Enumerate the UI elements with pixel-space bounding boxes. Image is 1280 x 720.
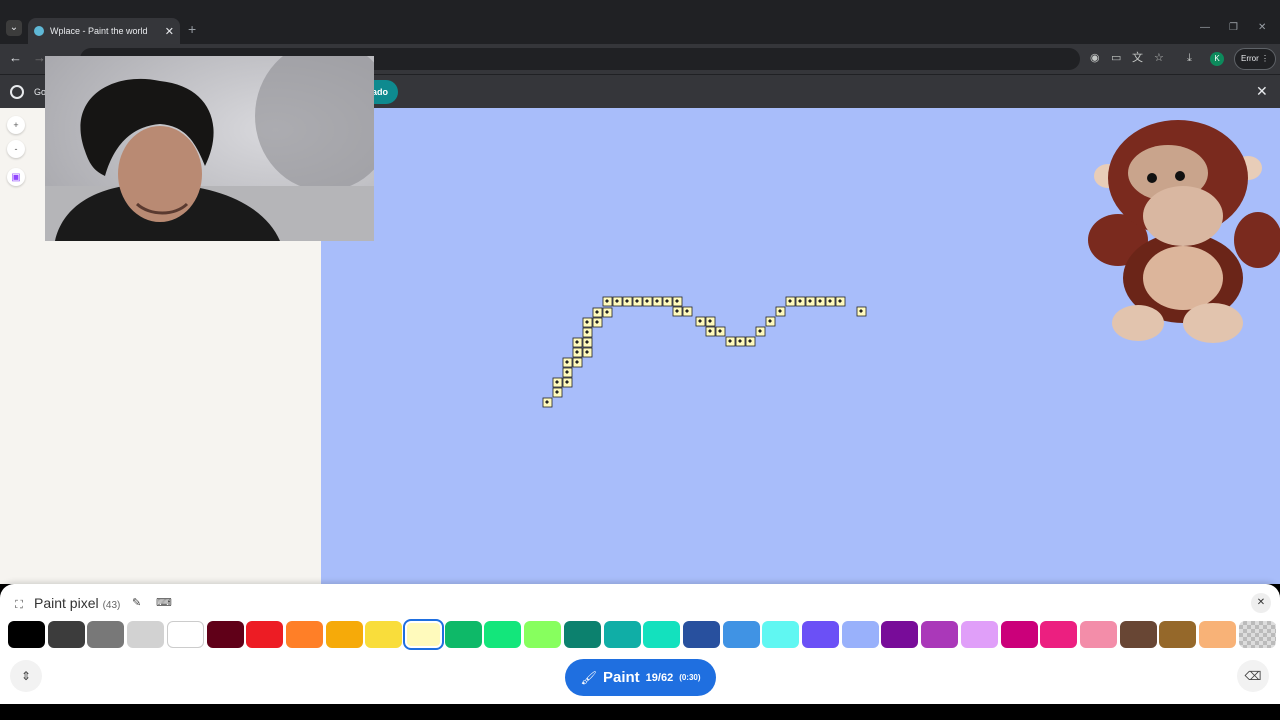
plush-monkey-overlay: [1088, 120, 1280, 343]
paint-button[interactable]: 🖌 Paint 19/62 (0:30): [565, 659, 716, 696]
zoom-in-button[interactable]: +: [7, 116, 25, 134]
cast-icon[interactable]: ▭: [1111, 51, 1121, 65]
twitch-icon: ▣: [11, 172, 21, 183]
tab-close-icon[interactable]: ✕: [165, 25, 174, 38]
color-swatch[interactable]: [403, 619, 444, 650]
color-swatch[interactable]: [762, 621, 800, 648]
info-bar-close-icon[interactable]: ✕: [1256, 83, 1268, 100]
panel-close-button[interactable]: ✕: [1251, 593, 1271, 613]
paint-pixel-label: Paint pixel: [34, 595, 99, 611]
wplace-favicon-icon: [34, 26, 44, 36]
pixel-count: (43): [102, 600, 121, 611]
color-swatch[interactable]: [1199, 621, 1236, 648]
charges-count: 19/62: [645, 671, 674, 684]
paint-label: Paint: [602, 669, 640, 686]
brush-icon: 🖌: [580, 669, 597, 685]
color-swatch[interactable]: [1238, 621, 1276, 648]
bookmark-star-icon[interactable]: ☆: [1154, 51, 1164, 65]
browser-error-button[interactable]: Error ⋮: [1234, 48, 1276, 70]
color-swatch[interactable]: [325, 621, 363, 648]
eraser-button[interactable]: ⌫: [1237, 660, 1269, 692]
panel-title: Paint pixel (43): [34, 595, 120, 611]
chrome-icon: [10, 85, 24, 99]
translate-icon[interactable]: 文: [1132, 51, 1143, 65]
color-swatch[interactable]: [563, 621, 601, 648]
tab-title: Wplace - Paint the world: [50, 26, 148, 36]
minimize-icon[interactable]: —: [1200, 22, 1210, 33]
zoom-out-button[interactable]: -: [7, 140, 25, 158]
back-icon[interactable]: ←: [9, 50, 22, 66]
color-swatch[interactable]: [87, 621, 125, 648]
color-swatch[interactable]: [524, 621, 562, 648]
color-swatch[interactable]: [444, 621, 482, 648]
download-icon[interactable]: ⤓: [1187, 51, 1192, 65]
color-swatch[interactable]: [1119, 621, 1157, 648]
color-swatch[interactable]: [1040, 621, 1078, 648]
pencil-icon[interactable]: ✎: [132, 596, 141, 609]
color-swatch[interactable]: [285, 621, 323, 648]
color-swatch[interactable]: [603, 621, 641, 648]
color-swatch[interactable]: [841, 621, 879, 648]
profile-avatar[interactable]: K: [1210, 52, 1224, 66]
charge-timer: (0:30): [679, 673, 701, 682]
color-swatch[interactable]: [365, 621, 403, 648]
twitch-button[interactable]: ▣: [7, 168, 25, 186]
color-swatch[interactable]: [1000, 621, 1038, 648]
color-swatch[interactable]: [8, 621, 45, 648]
color-swatch[interactable]: [484, 621, 522, 648]
error-label: Error: [1240, 54, 1259, 63]
color-swatch[interactable]: [921, 621, 959, 648]
color-swatch[interactable]: [47, 621, 85, 648]
color-swatch[interactable]: [682, 621, 720, 648]
color-swatch[interactable]: [802, 621, 839, 648]
browser-tab-wplace[interactable]: Wplace - Paint the world ✕: [28, 18, 180, 44]
maximize-icon[interactable]: ❐: [1229, 22, 1238, 33]
color-swatch[interactable]: [1079, 621, 1117, 648]
color-swatch[interactable]: [166, 621, 204, 648]
expand-collapse-button[interactable]: ⇕: [10, 660, 42, 692]
fullscreen-icon[interactable]: ⛶: [10, 596, 28, 614]
new-tab-button[interactable]: +: [188, 20, 196, 38]
color-swatch[interactable]: [127, 621, 165, 648]
color-swatch[interactable]: [1159, 621, 1197, 648]
color-swatch[interactable]: [643, 621, 681, 648]
tab-search-button[interactable]: ⌄: [6, 20, 22, 36]
browser-tab-bar: ⌄ Wplace - Paint the world ✕ + — ❐ ✕: [0, 0, 1280, 44]
paint-panel: ⛶ Paint pixel (43) ✎ ⌨ ✕ ⇕ 🖌 Paint 19/62…: [0, 584, 1280, 704]
taskbar-strip: [0, 704, 1280, 720]
color-swatch[interactable]: [960, 621, 998, 648]
color-swatch[interactable]: [206, 621, 244, 648]
color-swatch[interactable]: [881, 621, 919, 648]
color-swatch[interactable]: [722, 621, 760, 648]
screen: ⌄ Wplace - Paint the world ✕ + — ❐ ✕ ← →…: [0, 0, 1280, 720]
color-swatch[interactable]: [246, 621, 284, 648]
close-window-icon[interactable]: ✕: [1258, 22, 1266, 33]
webcam-overlay: [45, 56, 374, 241]
tracking-off-icon[interactable]: ◉: [1090, 51, 1100, 65]
keyboard-icon[interactable]: ⌨: [156, 596, 172, 609]
